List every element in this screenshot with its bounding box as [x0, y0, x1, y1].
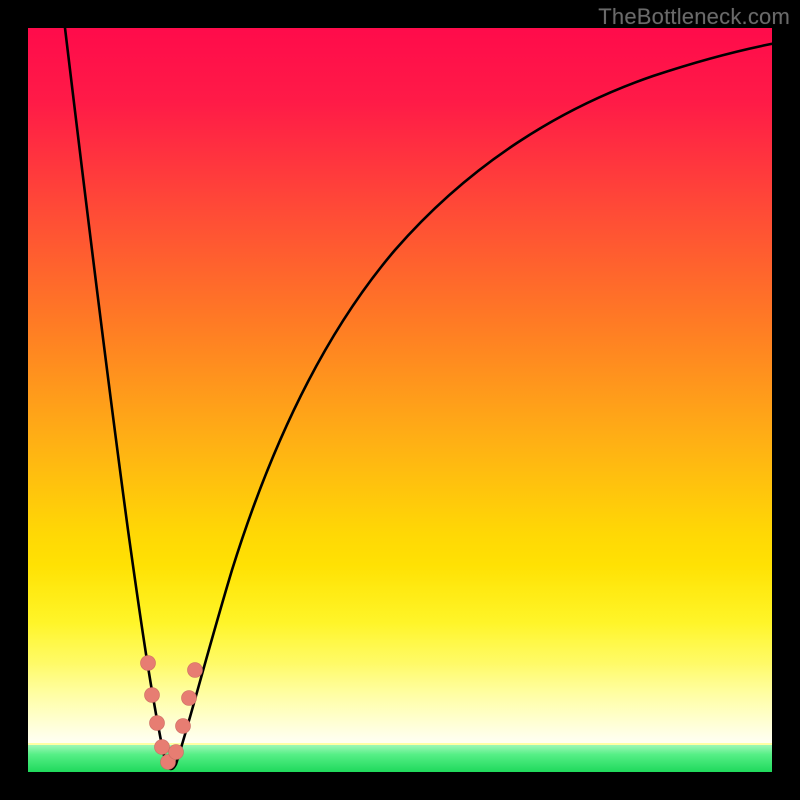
plot-area-group [28, 28, 776, 772]
watermark-text: TheBottleneck.com [598, 4, 790, 30]
bottom-glow [28, 565, 772, 743]
chart-stage: TheBottleneck.com [0, 0, 800, 800]
bottleneck-chart-svg [0, 0, 800, 800]
green-band [28, 745, 772, 772]
